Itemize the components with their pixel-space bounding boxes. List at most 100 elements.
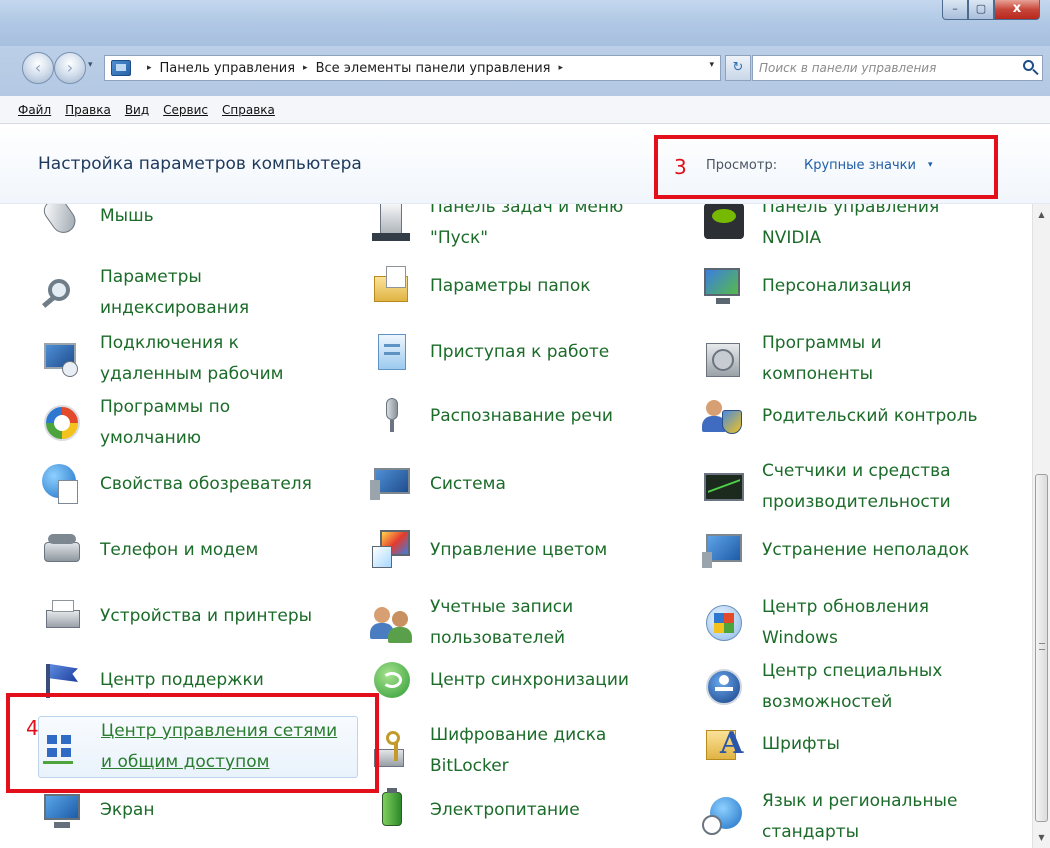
item-label[interactable]: Родительский контроль [762,401,978,432]
item-system[interactable]: Система [368,460,506,508]
scrollbar-thumb[interactable] [1035,474,1048,822]
getting-started-icon [368,328,416,376]
performance-icon [700,463,748,511]
item-label[interactable]: Счетчики и средства производительности [762,456,992,518]
item-label[interactable]: Устранение неполадок [762,535,969,566]
vertical-scrollbar[interactable]: ▲ ▼ [1032,204,1050,848]
item-label[interactable]: Устройства и принтеры [100,601,312,632]
item-programs-features[interactable]: Программы и компоненты [700,328,1000,390]
item-label[interactable]: Панель задач и меню "Пуск" [430,204,650,254]
menu-tools[interactable]: Сервис [163,103,208,117]
item-label[interactable]: Свойства обозревателя [100,469,312,500]
recent-pages-dropdown[interactable]: ▾ [88,60,93,70]
item-ease-of-access[interactable]: Центр специальных возможностей [700,656,1000,718]
item-label[interactable]: Центр поддержки [100,665,264,696]
personalization-icon [700,262,748,310]
item-default-programs[interactable]: Программы по умолчанию [38,392,338,454]
item-label[interactable]: Шифрование диска BitLocker [430,720,630,782]
item-sync-center[interactable]: Центр синхронизации [368,656,629,704]
item-power-options[interactable]: Электропитание [368,786,580,834]
item-bitlocker[interactable]: Шифрование диска BitLocker [368,720,668,782]
breadcrumb-separator-icon[interactable]: ▸ [558,63,563,73]
remote-desktop-icon [38,335,86,383]
item-label[interactable]: Управление цветом [430,535,607,566]
fonts-icon: A [700,720,748,768]
item-label[interactable]: Электропитание [430,795,580,826]
item-phone-modem[interactable]: Телефон и модем [38,526,258,574]
item-label[interactable]: Параметры папок [430,271,591,302]
item-user-accounts[interactable]: Учетные записи пользователей [368,592,668,654]
menu-edit[interactable]: Правка [65,103,111,117]
menu-view[interactable]: Вид [125,103,149,117]
item-color-management[interactable]: Управление цветом [368,526,607,574]
callout-box-4 [6,693,379,793]
item-label[interactable]: Центр синхронизации [430,665,629,696]
item-label[interactable]: Центр обновления Windows [762,592,962,654]
callout-number-4: 4 [26,716,39,740]
item-getting-started[interactable]: Приступая к работе [368,328,609,376]
address-dropdown-icon[interactable]: ▾ [709,60,714,70]
item-speech-recognition[interactable]: Распознавание речи [368,392,613,440]
breadcrumb-all-items[interactable]: Все элементы панели управления [316,61,551,76]
breadcrumb-separator-icon[interactable]: ▸ [147,63,152,73]
item-label[interactable]: Параметры индексирования [100,262,320,324]
item-folder-options[interactable]: Параметры папок [368,262,591,310]
item-taskbar-start-menu[interactable]: Панель задач и меню "Пуск" [368,204,668,254]
item-remote-desktop[interactable]: Подключения к удаленным рабочим [38,328,338,390]
system-icon [368,460,416,508]
item-label[interactable]: Язык и региональные стандарты [762,786,992,848]
item-label[interactable]: Программы и компоненты [762,328,962,390]
scroll-down-icon[interactable]: ▼ [1033,829,1050,846]
forward-button[interactable]: › [54,52,86,84]
item-windows-update[interactable]: Центр обновления Windows [700,592,1000,654]
item-troubleshooting[interactable]: Устранение неполадок [700,526,969,574]
item-label[interactable]: Персонализация [762,271,912,302]
breadcrumb-separator-icon[interactable]: ▸ [303,63,308,73]
minimize-button[interactable]: – [942,0,968,20]
refresh-button[interactable]: ↻ [725,55,751,81]
back-button[interactable]: ‹ [22,52,54,84]
taskbar-icon [368,204,416,247]
address-bar[interactable]: ▸ Панель управления ▸ Все элементы панел… [104,55,721,81]
item-mouse[interactable]: Мышь [38,204,154,240]
menu-bar: Файл Правка Вид Сервис Справка [0,96,1050,124]
item-label[interactable]: Распознавание речи [430,401,613,432]
scroll-up-icon[interactable]: ▲ [1033,206,1050,223]
maximize-button[interactable]: ▢ [968,0,994,20]
item-parental-controls[interactable]: Родительский контроль [700,392,978,440]
item-label[interactable]: Центр специальных возможностей [762,656,962,718]
window-controls: – ▢ x [942,0,1040,20]
item-indexing-options[interactable]: Параметры индексирования [38,262,338,324]
folder-options-icon [368,262,416,310]
window-titlebar: – ▢ x [0,0,1050,46]
callout-number-3: 3 [674,155,687,179]
item-label[interactable]: Экран [100,795,154,826]
item-personalization[interactable]: Персонализация [700,262,912,310]
item-region-language[interactable]: Язык и региональные стандарты [700,786,1000,848]
search-box[interactable] [752,55,1043,81]
breadcrumb-control-panel[interactable]: Панель управления [160,61,296,76]
item-fonts[interactable]: A Шрифты [700,720,840,768]
item-label[interactable]: Панель управления NVIDIA [762,204,982,254]
item-label[interactable]: Телефон и модем [100,535,258,566]
menu-file[interactable]: Файл [18,103,51,117]
search-icon[interactable] [1023,60,1034,71]
item-label[interactable]: Учетные записи пользователей [430,592,650,654]
item-label[interactable]: Шрифты [762,729,840,760]
item-label[interactable]: Приступая к работе [430,337,609,368]
close-button[interactable]: x [994,0,1040,20]
search-input[interactable] [759,59,1029,77]
item-label[interactable]: Мышь [100,204,154,232]
item-performance[interactable]: Счетчики и средства производительности [700,456,1020,518]
menu-help[interactable]: Справка [222,103,275,117]
item-label[interactable]: Программы по умолчанию [100,392,320,454]
item-nvidia-control-panel[interactable]: Панель управления NVIDIA [700,204,1000,254]
item-label[interactable]: Подключения к удаленным рабочим [100,328,330,390]
item-internet-options[interactable]: Свойства обозревателя [38,460,312,508]
item-devices-printers[interactable]: Устройства и принтеры [38,592,312,640]
parental-controls-icon [700,392,748,440]
item-display[interactable]: Экран [38,786,154,834]
item-label[interactable]: Система [430,469,506,500]
ease-of-access-icon [700,663,748,711]
user-accounts-icon [368,599,416,647]
